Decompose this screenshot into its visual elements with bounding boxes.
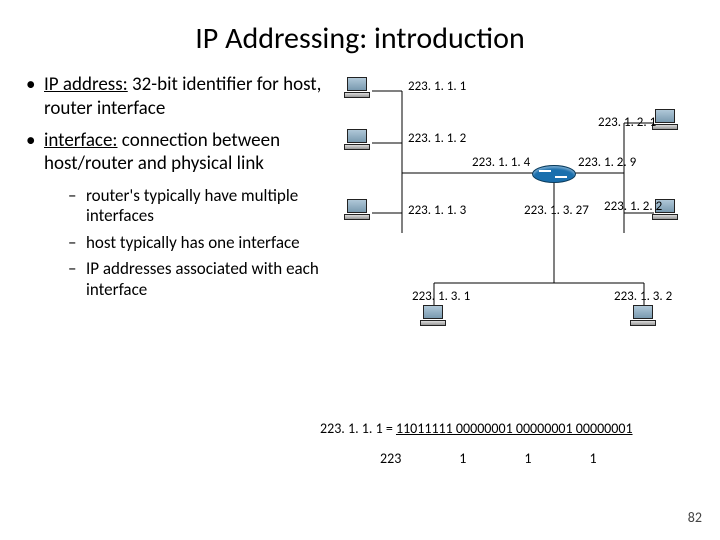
- bullet-1-prefix: IP address:: [44, 73, 128, 96]
- label-h2: 223. 1. 1. 2: [408, 131, 466, 146]
- sub-2: host typically has one interface: [66, 233, 324, 253]
- right-column: 223. 1. 1. 1 223. 1. 1. 2 223. 1. 1. 3 2…: [324, 73, 696, 343]
- sub-1: router's typically have multiple interfa…: [66, 186, 324, 227]
- host-icon: [344, 199, 374, 225]
- label-h7: 223. 1. 3. 2: [614, 289, 672, 304]
- host-icon: [630, 305, 660, 331]
- host-icon: [420, 305, 450, 331]
- router-icon: [532, 165, 576, 183]
- host-icon: [652, 109, 682, 135]
- binary-prefix: 223. 1. 1. 1 =: [320, 420, 396, 437]
- octet-3: 1: [524, 450, 531, 467]
- sub-3: IP addresses associated with each interf…: [66, 259, 324, 300]
- page-number: 82: [688, 509, 702, 526]
- octet-4: 1: [590, 450, 597, 467]
- label-h4: 223. 1. 2. 1: [598, 115, 656, 130]
- network-diagram: 223. 1. 1. 1 223. 1. 1. 2 223. 1. 1. 3 2…: [324, 73, 684, 343]
- binary-bits: 11011111 00000001 00000001 00000001: [396, 420, 633, 437]
- label-h1: 223. 1. 1. 1: [408, 79, 466, 94]
- label-r1: 223. 1. 1. 4: [472, 155, 530, 170]
- octet-1: 223: [380, 450, 401, 467]
- host-icon: [344, 129, 374, 155]
- octet-row: 223 1 1 1: [380, 450, 710, 467]
- octet-2: 1: [459, 450, 466, 467]
- sub-list: router's typically have multiple interfa…: [44, 186, 324, 300]
- slide-title: IP Addressing: introduction: [0, 0, 720, 73]
- label-h6: 223. 1. 3. 1: [412, 289, 470, 304]
- label-r2: 223. 1. 2. 9: [578, 155, 636, 170]
- label-r3: 223. 1. 3. 27: [524, 203, 589, 218]
- bullet-2-prefix: interface:: [44, 129, 118, 152]
- label-h5: 223. 1. 2. 2: [604, 199, 662, 214]
- left-column: IP address: 32-bit identifier for host, …: [24, 73, 324, 343]
- binary-line: 223. 1. 1. 1 = 11011111 00000001 0000000…: [320, 420, 710, 437]
- bullet-2: interface: connection between host/route…: [24, 129, 324, 300]
- host-icon: [344, 77, 374, 103]
- bullet-1: IP address: 32-bit identifier for host, …: [24, 73, 324, 121]
- label-h3: 223. 1. 1. 3: [408, 203, 466, 218]
- content-row: IP address: 32-bit identifier for host, …: [0, 73, 720, 343]
